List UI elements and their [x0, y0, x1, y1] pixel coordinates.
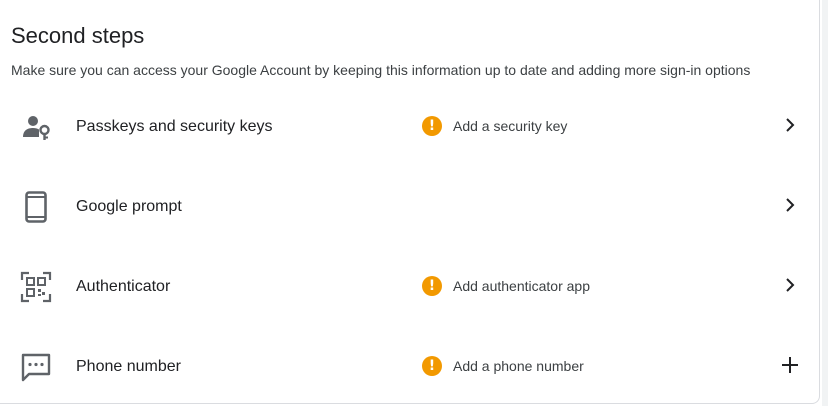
- row-passkeys-security-keys[interactable]: Passkeys and security keys ! Add a secur…: [0, 87, 820, 167]
- status-text-passkeys: Add a security key: [453, 118, 568, 134]
- status-passkeys: ! Add a security key: [422, 115, 567, 137]
- row-label-authenticator: Authenticator: [76, 278, 171, 295]
- sms-message-icon: [20, 351, 52, 383]
- second-steps-card: Second steps Make sure you can access yo…: [0, 0, 820, 404]
- warning-icon: !: [422, 356, 442, 376]
- row-google-prompt[interactable]: Google prompt: [0, 167, 820, 247]
- section-description: Make sure you can access your Google Acc…: [11, 62, 751, 78]
- warning-icon: !: [422, 276, 442, 296]
- plus-icon[interactable]: [778, 353, 802, 377]
- warning-icon: !: [422, 116, 442, 136]
- chevron-right-icon[interactable]: [778, 193, 802, 217]
- qr-code-scanner-icon: [20, 271, 52, 303]
- passkey-person-key-icon: [20, 111, 52, 143]
- status-authenticator: ! Add authenticator app: [422, 275, 590, 297]
- section-title: Second steps: [11, 23, 145, 48]
- sign-in-options-list: Passkeys and security keys ! Add a secur…: [0, 87, 820, 407]
- chevron-right-icon[interactable]: [778, 273, 802, 297]
- status-text-authenticator: Add authenticator app: [453, 278, 590, 294]
- row-label-phone-number: Phone number: [76, 358, 181, 375]
- status-text-phone-number: Add a phone number: [453, 358, 584, 374]
- scrollbar[interactable]: [822, 0, 828, 406]
- phone-device-icon: [20, 191, 52, 223]
- row-authenticator[interactable]: Authenticator ! Add authenticator app: [0, 247, 820, 327]
- section-header: Second steps Make sure you can access yo…: [11, 22, 811, 80]
- status-phone-number: ! Add a phone number: [422, 355, 584, 377]
- row-label-google-prompt: Google prompt: [76, 198, 182, 215]
- row-label-passkeys: Passkeys and security keys: [76, 118, 273, 135]
- row-phone-number[interactable]: Phone number ! Add a phone number: [0, 327, 820, 407]
- chevron-right-icon[interactable]: [778, 113, 802, 137]
